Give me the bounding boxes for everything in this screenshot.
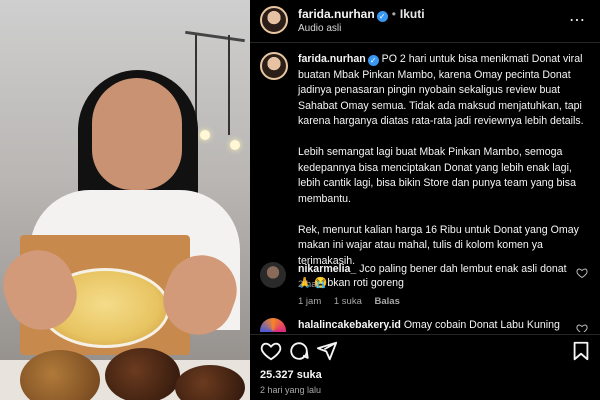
lamp-bulb — [230, 140, 240, 150]
comment-likes[interactable]: 1 suka — [334, 296, 362, 307]
chocolate-donut — [105, 348, 180, 400]
bookmark-icon[interactable] — [570, 340, 592, 362]
caption-paragraph: Lebih semangat lagi buat Mbak Pinkan Mam… — [298, 146, 576, 205]
divider — [250, 334, 600, 335]
comment-username[interactable]: halalincakebakery.id — [298, 319, 401, 331]
verified-icon: ✓ — [367, 55, 379, 66]
heart-icon[interactable] — [576, 323, 588, 332]
person-face — [92, 78, 182, 190]
separator: • — [391, 7, 396, 21]
verified-icon: ✓ — [376, 11, 388, 22]
more-icon[interactable]: ⋯ — [569, 10, 586, 30]
audio-link[interactable]: Audio asli — [298, 23, 341, 34]
header-username[interactable]: farida.nurhan — [298, 7, 375, 21]
share-icon[interactable] — [316, 340, 338, 362]
post-details-panel: farida.nurhan ✓ • Ikuti Audio asli ⋯ farida… — [250, 0, 600, 400]
avatar[interactable] — [260, 262, 286, 288]
lamp-bulb — [200, 130, 210, 140]
follow-button[interactable]: Ikuti — [400, 7, 425, 21]
avatar[interactable] — [260, 6, 288, 34]
action-bar — [260, 340, 590, 364]
post-media[interactable] — [0, 0, 250, 400]
comment-icon[interactable] — [288, 340, 310, 362]
posted-time: 2 hari yang lalu — [260, 385, 322, 395]
reply-button[interactable]: Balas — [375, 296, 400, 307]
heart-icon[interactable] — [576, 267, 588, 279]
comment-username[interactable]: nikarmelia_ — [298, 263, 356, 275]
likes-count[interactable]: 25.327 suka — [260, 369, 322, 381]
comment-time: 1 jam — [298, 296, 322, 307]
avatar[interactable] — [260, 318, 286, 332]
post-header: farida.nurhan ✓ • Ikuti Audio asli ⋯ — [260, 4, 590, 40]
heart-icon[interactable] — [260, 340, 282, 362]
divider — [250, 42, 600, 43]
avatar[interactable] — [260, 52, 288, 80]
lamp-cord — [228, 35, 230, 135]
caption-username[interactable]: farida.nurhan — [298, 53, 366, 65]
pastry — [20, 350, 100, 400]
comment: halalincakebakery.id Omay cobain Donat L… — [260, 318, 590, 332]
